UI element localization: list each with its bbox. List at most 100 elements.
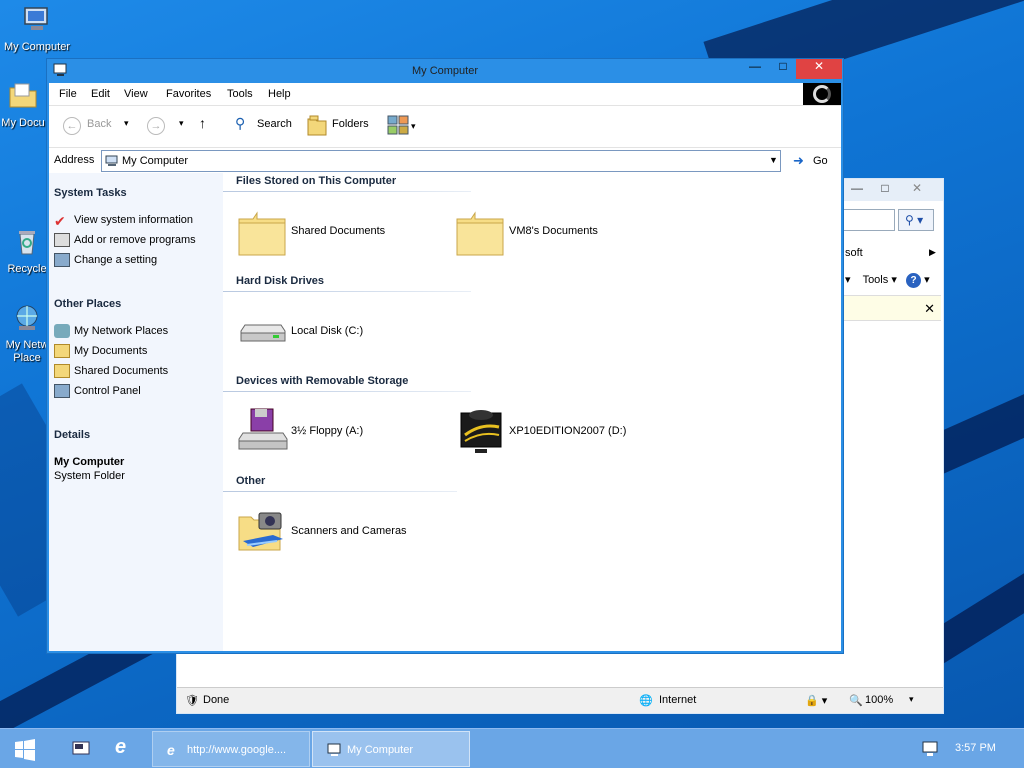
control-panel-icon	[54, 253, 70, 267]
ie-search-input[interactable]	[843, 209, 895, 231]
search-icon: ⚲	[905, 213, 914, 227]
go-button[interactable]: Go	[813, 155, 828, 167]
floppy-drive-icon	[238, 408, 288, 450]
ie-zoom-level[interactable]: 100%	[865, 694, 893, 706]
search-button[interactable]: Search	[257, 118, 292, 130]
folders-button[interactable]: Folders	[332, 118, 369, 130]
item-vm8-documents[interactable]: VM8's Documents	[455, 205, 655, 257]
standard-toolbar: ← Back ▾ → ▾ ↑ ⚲ Search Folders ▾	[49, 105, 841, 147]
place-control-panel[interactable]: Control Panel	[54, 384, 141, 398]
start-button[interactable]	[14, 739, 36, 761]
menu-bar: File Edit View Favorites Tools Help	[49, 83, 841, 105]
item-label: Local Disk (C:)	[291, 325, 364, 337]
task-change-setting[interactable]: Change a setting	[54, 253, 157, 267]
other-places-heading: Other Places	[54, 298, 122, 310]
cd-box-icon	[54, 233, 70, 247]
zoom-icon[interactable]: 🔍	[849, 694, 863, 707]
task-view-system-information[interactable]: ✔ View system information	[54, 213, 194, 229]
item-label: Scanners and Cameras	[291, 525, 407, 537]
internet-explorer-icon[interactable]: e	[115, 736, 126, 759]
address-bar: Address My Computer ▼ ➜ Go	[49, 147, 841, 173]
minimize-button[interactable]: —	[742, 59, 768, 79]
search-icon[interactable]: ⚲	[235, 115, 245, 132]
scanners-cameras-icon	[238, 512, 283, 551]
place-label: My Documents	[74, 344, 148, 357]
item-floppy-a[interactable]: 3½ Floppy (A:)	[237, 405, 437, 457]
ie-status-bar: 🛡 Done 🌐 Internet 🔒 ▾ 🔍 100% ▾	[177, 687, 943, 713]
window-title: My Computer	[411, 65, 479, 77]
computer-icon	[327, 743, 341, 756]
views-dropdown-icon[interactable]: ▾	[411, 121, 416, 132]
shield-icon: 🛡	[185, 695, 199, 707]
computer-icon	[24, 7, 48, 30]
show-desktop-icon[interactable]	[72, 741, 90, 757]
address-dropdown-icon[interactable]: ▼	[769, 155, 778, 165]
task-add-remove-programs[interactable]: Add or remove programs	[54, 233, 196, 247]
details-type: System Folder	[54, 470, 125, 482]
group-divider	[223, 491, 457, 492]
ie-maximize-button[interactable]: □	[871, 181, 899, 199]
menu-edit[interactable]: Edit	[91, 88, 110, 100]
dropdown-arrow-icon: ▾	[891, 274, 897, 286]
network-tray-icon[interactable]	[921, 741, 939, 757]
taskbar: e e http://www.google.... My Computer 3:…	[0, 728, 1024, 768]
my-computer-window[interactable]: My Computer — □ ✕ File Edit View Favorit…	[46, 58, 844, 654]
internet-explorer-icon: e	[167, 742, 175, 758]
back-arrow-icon[interactable]: ←	[63, 117, 81, 135]
back-button[interactable]: Back	[87, 118, 111, 130]
ie-close-button[interactable]: ✕	[903, 181, 931, 199]
dropdown-arrow-icon[interactable]: ▾	[845, 274, 851, 286]
back-dropdown-icon[interactable]: ▾	[124, 118, 129, 129]
maximize-button[interactable]: □	[770, 59, 796, 79]
ie-command-bar: ▾ Tools ▾ ? ▾	[845, 273, 930, 288]
menu-file[interactable]: File	[59, 88, 77, 100]
documents-folder-icon	[9, 83, 37, 108]
window-titlebar[interactable]: My Computer — □ ✕	[47, 59, 843, 83]
close-button[interactable]: ✕	[796, 59, 842, 79]
menu-help[interactable]: Help	[268, 88, 291, 100]
up-arrow-icon[interactable]: ↑	[199, 115, 206, 131]
forward-dropdown-icon[interactable]: ▾	[179, 118, 184, 129]
hard-drive-icon	[240, 324, 286, 342]
details-heading: Details	[54, 429, 91, 441]
network-places-icon	[54, 324, 70, 338]
place-label: Control Panel	[74, 384, 141, 397]
menu-view[interactable]: View	[124, 88, 148, 100]
menu-tools[interactable]: Tools	[227, 88, 253, 100]
place-my-documents[interactable]: My Documents	[54, 344, 147, 358]
help-icon[interactable]: ?	[906, 273, 922, 288]
ie-minimize-button[interactable]: —	[843, 181, 871, 199]
ie-tools-menu[interactable]: Tools	[863, 274, 889, 286]
group-heading: Hard Disk Drives	[236, 275, 325, 287]
chevron-right-icon[interactable]: ▶	[929, 247, 936, 258]
clock[interactable]: 3:57 PM	[955, 742, 996, 754]
folders-icon[interactable]	[307, 114, 327, 136]
item-local-disk-c[interactable]: Local Disk (C:)	[237, 305, 437, 357]
place-shared-documents[interactable]: Shared Documents	[54, 364, 168, 378]
place-label: My Network Places	[74, 324, 169, 337]
address-input[interactable]: My Computer	[101, 150, 781, 172]
folder-icon	[456, 211, 504, 256]
place-my-network-places[interactable]: My Network Places	[54, 324, 168, 338]
menu-favorites[interactable]: Favorites	[166, 88, 211, 100]
task-label: Change a setting	[74, 253, 158, 266]
close-icon[interactable]: ✕	[924, 301, 935, 317]
taskbar-button-my-computer[interactable]: My Computer	[312, 731, 470, 767]
task-label: View system information	[74, 213, 194, 226]
system-tasks-heading: System Tasks	[54, 187, 127, 199]
dropdown-arrow-icon[interactable]: ▾	[909, 694, 914, 705]
item-scanners-cameras[interactable]: Scanners and Cameras	[237, 505, 457, 557]
ie-search-button[interactable]: ⚲ ▾	[898, 209, 934, 231]
item-cd-drive-d[interactable]: XP10EDITION2007 (D:)	[455, 405, 675, 457]
desktop-icon-my-computer[interactable]: My Computer	[2, 4, 72, 54]
windows-throbber-icon	[803, 83, 841, 105]
go-arrow-icon[interactable]: ➜	[793, 153, 804, 169]
item-shared-documents[interactable]: Shared Documents	[237, 205, 437, 257]
protected-mode-icon[interactable]: 🔒 ▾	[805, 694, 827, 707]
task-label: Add or remove programs	[74, 233, 196, 246]
place-label: Shared Documents	[74, 364, 169, 377]
taskbar-button-internet-explorer[interactable]: e http://www.google....	[152, 731, 310, 767]
globe-icon: 🌐	[639, 695, 653, 707]
forward-arrow-icon[interactable]: →	[147, 117, 165, 135]
views-icon[interactable]	[387, 115, 409, 135]
